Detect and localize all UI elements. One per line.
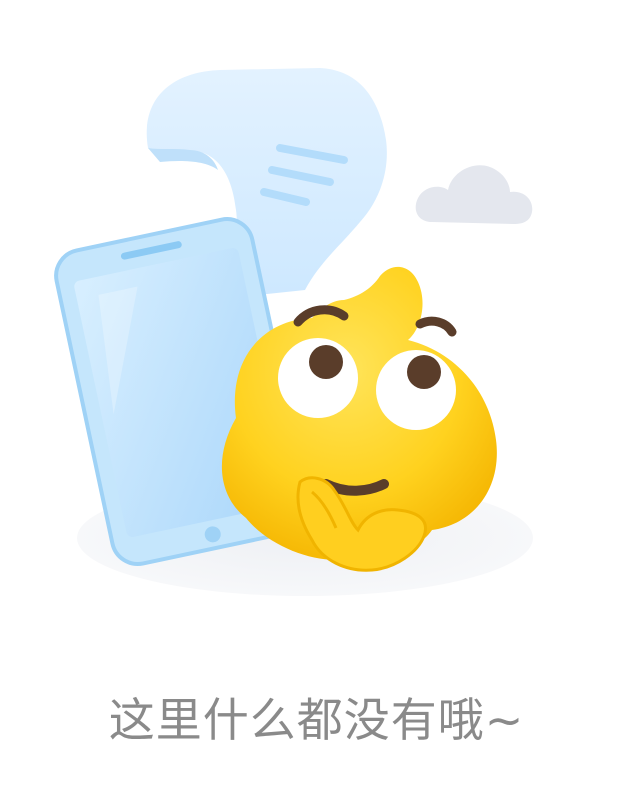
cloud-icon (415, 165, 533, 224)
empty-state-message: 这里什么都没有哦~ (108, 693, 525, 747)
empty-illustration (54, 68, 533, 596)
empty-state: 这里什么都没有哦~ (0, 0, 633, 802)
